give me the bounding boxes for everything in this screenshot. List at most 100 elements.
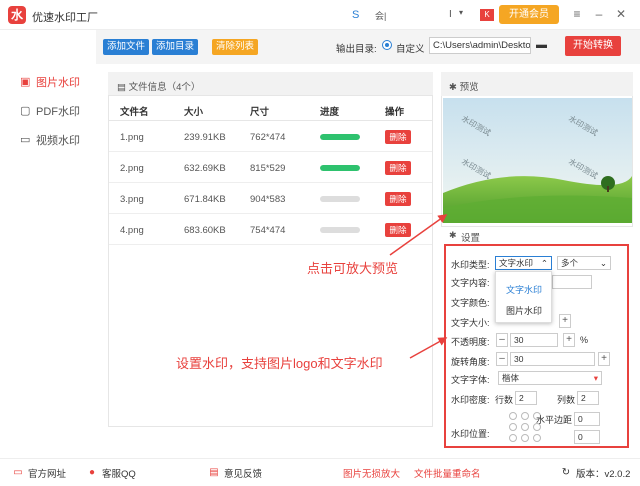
watermark-count-select[interactable]: 多个 ⌄ bbox=[557, 256, 611, 270]
vip-button[interactable]: 开通会员 bbox=[499, 5, 559, 24]
file-size-cell: 239.91KB bbox=[184, 132, 226, 143]
file-icon: ▤ bbox=[117, 82, 126, 93]
feedback-link[interactable]: ▤ 意见反馈 bbox=[208, 466, 262, 480]
version-label: 版本：v2.0.2 bbox=[576, 469, 631, 480]
dropdown-option-text[interactable]: 文字水印 bbox=[506, 283, 542, 296]
minimize-icon[interactable]: – bbox=[592, 7, 606, 21]
size-increase-button[interactable]: + bbox=[559, 314, 571, 328]
refresh-icon: ↻ bbox=[561, 467, 571, 478]
menu-icon[interactable]: ≡ bbox=[570, 7, 584, 21]
clear-list-button[interactable]: 清除列表 bbox=[212, 39, 258, 55]
batch-rename-link[interactable]: 文件批量重命名 bbox=[414, 466, 481, 480]
progress-bar bbox=[320, 196, 360, 202]
watermark-type-dropdown: 文字水印 图片水印 bbox=[495, 271, 552, 323]
lossless-zoom-link[interactable]: 图片无损放大 bbox=[343, 466, 400, 480]
file-size-cell: 683.60KB bbox=[184, 225, 226, 236]
app-title: 优速水印工厂 bbox=[32, 12, 98, 24]
position-option-dot[interactable] bbox=[521, 412, 529, 420]
output-dir-label: 输出目录: bbox=[336, 44, 377, 55]
folder-icon[interactable]: ▬ bbox=[536, 39, 547, 51]
position-option-dot[interactable] bbox=[521, 423, 529, 431]
file-count-label: 文件信息（4个） bbox=[128, 82, 201, 93]
opacity-input[interactable]: 30 bbox=[510, 333, 558, 347]
opacity-unit: % bbox=[580, 335, 589, 345]
file-size-cell: 671.84KB bbox=[184, 194, 226, 205]
horizontal-margin-input[interactable]: 0 bbox=[574, 412, 600, 426]
custom-output-radio[interactable] bbox=[382, 40, 392, 50]
support-label: 客服QQ bbox=[102, 469, 136, 480]
vertical-margin-input[interactable]: 0 bbox=[574, 430, 600, 444]
file-name-cell: 4.png bbox=[120, 225, 144, 236]
position-option-dot[interactable] bbox=[533, 434, 541, 442]
support-icon: ● bbox=[88, 467, 96, 478]
rows-label: 行数 bbox=[495, 395, 514, 405]
gear-icon: ✱ bbox=[449, 82, 457, 93]
custom-output-label: 自定义 bbox=[396, 44, 425, 55]
pin-icon[interactable]: I bbox=[449, 9, 452, 20]
pdf-icon: ▢ bbox=[20, 105, 31, 117]
settings-hint-annotation: 设置水印，支持图片logo和文字水印 bbox=[176, 356, 383, 371]
vip-badge-icon: K bbox=[480, 9, 494, 21]
delete-button[interactable]: 删除 bbox=[385, 192, 411, 206]
output-path-input[interactable]: C:\Users\admin\Deskto bbox=[429, 37, 531, 54]
position-option-dot[interactable] bbox=[521, 434, 529, 442]
rotation-input[interactable]: 30 bbox=[510, 352, 595, 366]
progress-bar bbox=[320, 165, 360, 171]
website-label: 官方网址 bbox=[28, 469, 67, 480]
position-option-dot[interactable] bbox=[509, 412, 517, 420]
progress-fill bbox=[320, 165, 360, 171]
rotation-decrease-button[interactable]: – bbox=[496, 352, 508, 366]
progress-bar bbox=[320, 134, 360, 140]
user-logo-icon: S bbox=[352, 9, 360, 21]
opacity-decrease-button[interactable]: – bbox=[496, 333, 508, 347]
rotation-increase-button[interactable]: + bbox=[598, 352, 610, 366]
file-dimension-cell: 815*529 bbox=[250, 163, 286, 174]
file-size-cell: 632.69KB bbox=[184, 163, 226, 174]
settings-title: 设置 bbox=[461, 233, 481, 244]
close-icon[interactable]: ✕ bbox=[614, 7, 628, 21]
delete-button[interactable]: 删除 bbox=[385, 161, 411, 175]
chevron-down-icon[interactable]: ▾ bbox=[459, 8, 463, 17]
cols-input[interactable]: 2 bbox=[577, 391, 599, 405]
file-panel-title: ▤ 文件信息（4个） bbox=[117, 79, 200, 93]
position-option-dot[interactable] bbox=[509, 423, 517, 431]
sidebar-item-image-watermark[interactable]: ▣ 图片水印 bbox=[20, 74, 80, 90]
opacity-increase-button[interactable]: + bbox=[563, 333, 575, 347]
user-name[interactable]: 会| bbox=[375, 9, 386, 22]
watermark-type-select[interactable]: 文字水印 ⌃ bbox=[495, 256, 552, 270]
col-size: 大小 bbox=[184, 107, 204, 118]
rows-input[interactable]: 2 bbox=[515, 391, 537, 405]
sidebar-item-label: PDF水印 bbox=[36, 106, 80, 118]
font-label: 文字字体: bbox=[451, 375, 490, 385]
add-folder-button[interactable]: 添加目录 bbox=[152, 39, 198, 55]
home-icon: ▭ bbox=[13, 467, 23, 478]
sidebar-item-pdf-watermark[interactable]: ▢ PDF水印 bbox=[20, 103, 80, 119]
col-dimension: 尺寸 bbox=[250, 107, 270, 118]
font-value: 楷体 bbox=[502, 373, 520, 383]
font-select[interactable]: 楷体 ▾ bbox=[498, 371, 602, 385]
delete-button[interactable]: 删除 bbox=[385, 130, 411, 144]
dropdown-option-image[interactable]: 图片水印 bbox=[506, 304, 542, 317]
chevron-up-icon: ⌃ bbox=[540, 258, 548, 268]
position-label: 水印位置: bbox=[451, 429, 490, 439]
position-option-dot[interactable] bbox=[509, 434, 517, 442]
chevron-down-icon: ▾ bbox=[593, 373, 598, 383]
website-link[interactable]: ▭ 官方网址 bbox=[12, 466, 66, 480]
file-name-cell: 3.png bbox=[120, 194, 144, 205]
density-label: 水印密度: bbox=[451, 395, 490, 405]
preview-title-label: 预览 bbox=[459, 82, 479, 93]
start-convert-button[interactable]: 开始转换 bbox=[565, 36, 621, 56]
progress-bar bbox=[320, 227, 360, 233]
sidebar-item-video-watermark[interactable]: ▭ 视频水印 bbox=[20, 132, 80, 148]
sidebar-item-label: 图片水印 bbox=[36, 77, 80, 89]
version-info: ↻ 版本：v2.0.2 bbox=[560, 466, 631, 480]
watermark-count-value: 多个 bbox=[561, 258, 579, 268]
sidebar bbox=[0, 30, 96, 458]
col-filename: 文件名 bbox=[120, 107, 149, 118]
add-file-button[interactable]: 添加文件 bbox=[103, 39, 149, 55]
preview-image[interactable]: 水印测试 水印测试 水印测试 水印测试 bbox=[443, 98, 632, 223]
app-logo-icon: 水 bbox=[8, 6, 26, 24]
support-qq-link[interactable]: ● 客服QQ bbox=[86, 466, 136, 480]
text-content-input[interactable] bbox=[552, 275, 592, 289]
file-dimension-cell: 762*474 bbox=[250, 132, 286, 143]
